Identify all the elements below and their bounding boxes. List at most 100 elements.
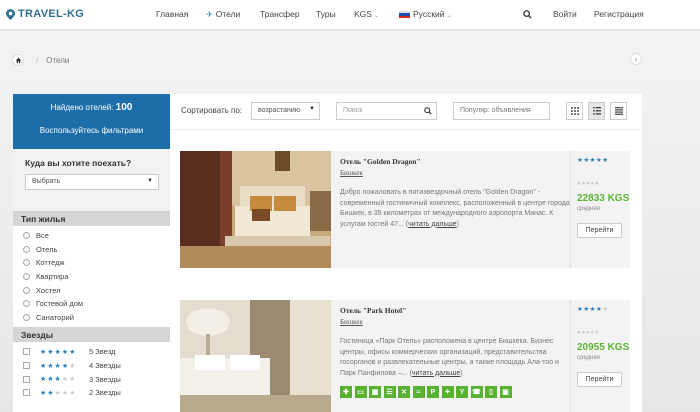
checkbox[interactable] (23, 362, 30, 370)
nav-tours[interactable]: Туры (316, 9, 336, 19)
nav-hotels[interactable]: ✈ Отели (206, 9, 240, 19)
read-more-link[interactable]: читать дальше (412, 370, 460, 377)
star-rating-icon: ★★★★★ (40, 362, 77, 370)
star-option[interactable]: ★★★★★ 4 Звезды (23, 359, 160, 373)
housing-option[interactable]: Хостел (23, 283, 160, 297)
star-option-label: 2 Звезды (89, 388, 121, 398)
found-count: 100 (115, 102, 133, 113)
hotel-name[interactable]: Отель "Golden Dragon" (340, 157, 570, 166)
fridge-icon: ▯ (485, 386, 497, 398)
star-option[interactable]: ★★★★★ 2 Звезды (23, 386, 160, 400)
home-icon[interactable] (12, 54, 24, 66)
results-panel: Сортировать по: возрастанию ▼ Поиск Попу… (170, 94, 642, 412)
top-navigation-bar: TRAVEL-KG Главная ✈ Отели Трансфер Туры K… (0, 0, 700, 30)
chevron-down-icon: ⌄ (446, 13, 452, 19)
site-logo[interactable]: TRAVEL-KG (6, 6, 84, 22)
list-view-button[interactable] (588, 102, 605, 120)
found-count-line: Найдено отелей: 100 (13, 102, 170, 113)
language-dropdown[interactable]: Русский ⌄ (399, 9, 452, 19)
shower-icon: ✦ (441, 386, 454, 398)
checkbox[interactable] (23, 389, 30, 397)
star-option-label: 3 Звезды (89, 374, 121, 384)
hotel-name[interactable]: Отель "Park Hotel" (340, 306, 570, 315)
login-link[interactable]: Войти (553, 9, 577, 19)
user-rating-icon: ●●●●● (577, 180, 600, 187)
chevron-left-icon[interactable]: ‹ (630, 53, 642, 65)
hotel-description: Гостиница «Парк Отель» расположена в цен… (340, 338, 559, 377)
housing-option-label: Санаторий (36, 312, 74, 322)
hotel-city[interactable]: Бишкек (340, 318, 570, 326)
sort-select[interactable]: возрастанию ▼ (251, 102, 320, 120)
hotel-city[interactable]: Бишкек (340, 169, 570, 177)
nav-home[interactable]: Главная (156, 9, 188, 19)
hotel-price-panel: ★★★★★ ●●●●● 22833 KGS средняя Перейти (570, 151, 630, 268)
hotel-description: Добро пожаловать в пятизвездочный отель … (340, 189, 570, 228)
destination-select[interactable]: Выбрать ▼ (25, 174, 159, 190)
housing-option-label: Квартира (36, 272, 69, 282)
star-option[interactable]: ★★★★★ 3 Звезды (23, 372, 160, 386)
checkbox[interactable] (23, 375, 30, 383)
hotel-price-panel: ★★★★★ ●●●●● 20955 KGS средняя Перейти (570, 300, 630, 412)
housing-option[interactable]: Санаторий (23, 311, 160, 325)
found-label: Найдено отелей: (50, 103, 114, 112)
hotel-card: Отель "Golden Dragon" Бишкек Добро пожал… (180, 151, 630, 268)
dropdown-arrow-icon: ▼ (147, 178, 153, 184)
wifi-icon: ☰ (383, 386, 396, 398)
parking-p-icon: P (427, 386, 439, 398)
nav-transfer[interactable]: Трансфер (260, 9, 300, 19)
search-placeholder: Поиск (343, 107, 363, 114)
star-option-label: 4 Звезды (89, 361, 121, 371)
radio-button[interactable] (23, 286, 30, 294)
hotel-price: 22833 KGS (577, 193, 630, 204)
radio-button[interactable] (23, 300, 30, 308)
logo-text: TRAVEL-KG (18, 8, 85, 20)
housing-option[interactable]: Гостевой дом (23, 297, 160, 311)
radio-button[interactable] (23, 232, 30, 240)
housing-type-list: Все Отель Коттедж Квартира Хостел Гостев… (13, 226, 170, 328)
housing-option[interactable]: Отель (23, 243, 160, 257)
star-option[interactable]: ★★★★★ 5 Звезд (23, 345, 160, 359)
search-input[interactable]: Поиск (336, 102, 437, 120)
radio-button[interactable] (23, 313, 30, 321)
breadcrumb-separator: / (36, 55, 39, 65)
go-to-hotel-button[interactable]: Перейти (577, 223, 622, 238)
checkbox[interactable] (23, 348, 30, 356)
hotel-price: 20955 KGS (577, 342, 630, 353)
housing-option[interactable]: Коттедж (23, 256, 160, 270)
nav-hotels-label: Отели (215, 9, 241, 19)
plane-icon: ✈ (206, 10, 213, 19)
dropdown-arrow-icon: ▼ (309, 106, 315, 112)
russia-flag-icon (399, 11, 410, 18)
restaurant-icon: ✚ (340, 386, 352, 398)
radio-button[interactable] (23, 245, 30, 253)
housing-type-title: Тип жилья (13, 211, 170, 226)
found-summary: Найдено отелей: 100 Воспользуйтесь фильт… (13, 94, 170, 149)
grid-view-button[interactable] (566, 102, 583, 120)
search-icon[interactable] (424, 107, 432, 115)
register-link[interactable]: Регистрация (594, 9, 644, 19)
housing-option-label: Отель (36, 244, 58, 254)
pool-icon: ≈ (412, 386, 425, 398)
search-icon[interactable] (523, 10, 532, 19)
hotel-photo[interactable] (180, 300, 331, 412)
currency-dropdown[interactable]: KGS ⌄ (354, 9, 379, 19)
breadcrumb-current: Отели (46, 55, 70, 65)
use-filters-hint: Воспользуйтесь фильтрами (39, 126, 144, 135)
hotel-info: Отель "Golden Dragon" Бишкек Добро пожал… (340, 157, 570, 230)
results-toolbar: Сортировать по: возрастанию ▼ Поиск Попу… (170, 94, 642, 130)
popular-filter-select[interactable]: Популяр: объявления (453, 102, 550, 120)
user-rating-icon: ●●●●● (577, 329, 600, 336)
hotel-photo[interactable] (180, 151, 331, 268)
housing-option-label: Хостел (36, 285, 61, 295)
housing-option-label: Коттедж (36, 258, 65, 268)
table-view-button[interactable] (610, 102, 627, 120)
tv-icon: ▣ (499, 386, 512, 398)
read-more-link[interactable]: читать дальше (408, 221, 456, 228)
housing-option[interactable]: Все (23, 229, 160, 243)
go-to-hotel-button[interactable]: Перейти (577, 372, 622, 387)
housing-option[interactable]: Квартира (23, 270, 160, 284)
sort-select-value: возрастанию (258, 107, 300, 114)
list-icon (592, 107, 601, 115)
radio-button[interactable] (23, 273, 30, 281)
radio-button[interactable] (23, 259, 30, 267)
